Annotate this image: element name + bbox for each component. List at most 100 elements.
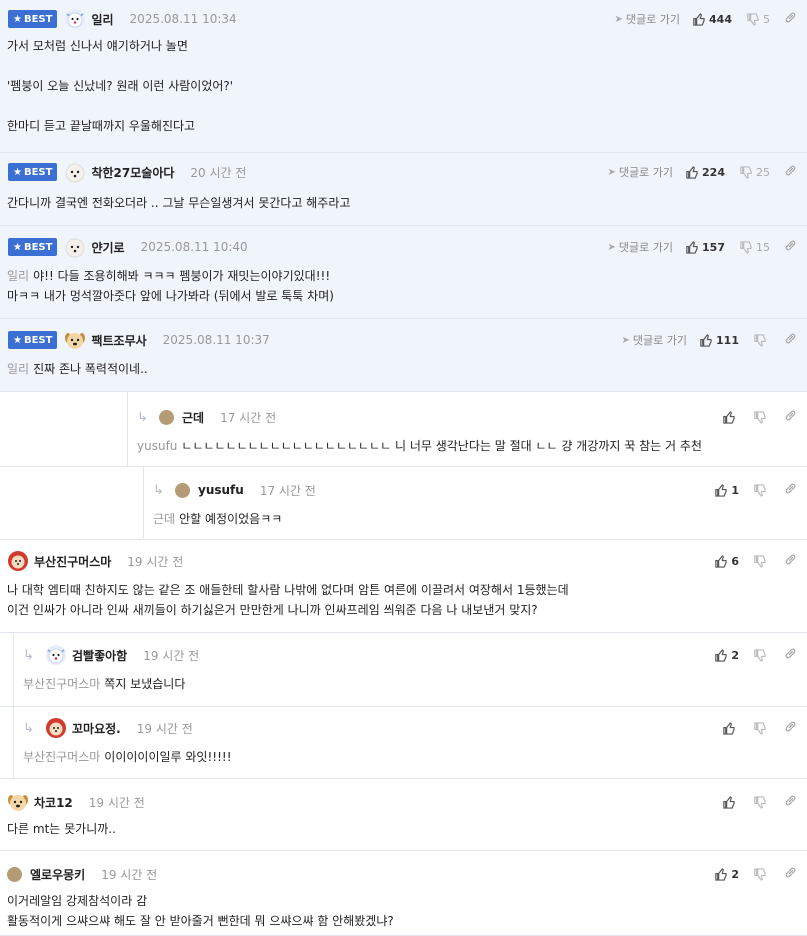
nickname[interactable]: 팩트조무사 <box>91 332 146 349</box>
mention-nickname[interactable]: 일리 <box>7 362 29 376</box>
nickname[interactable]: 검빨좋아함 <box>72 647 127 664</box>
downvote-button[interactable]: 15 <box>739 241 770 254</box>
nickname[interactable]: 차코12 <box>34 794 73 811</box>
comment-body: 부산진구머스마 이이이이이일루 와잇!!!!! <box>23 747 797 767</box>
downvote-count: 25 <box>756 165 770 179</box>
comment-actions <box>722 409 797 425</box>
upvote-button[interactable]: 6 <box>714 555 739 568</box>
nickname[interactable]: 엘로우몽키 <box>30 866 85 883</box>
link-icon[interactable] <box>784 11 797 27</box>
goto-comment-link[interactable]: ➤ 댓글로 가기 <box>622 332 688 348</box>
comment-actions: 6 <box>714 553 797 569</box>
link-icon[interactable] <box>784 866 797 882</box>
upvote-button[interactable]: 444 <box>692 13 732 26</box>
comment-body: 일리 야!! 다들 조용히해봐 ㅋㅋㅋ 펨붕이가 재밋는이야기있대!!! 마ㅋㅋ 내… <box>7 266 797 306</box>
upvote-button[interactable]: 1 <box>714 484 739 497</box>
downvote-button[interactable] <box>753 867 770 881</box>
link-icon[interactable] <box>784 647 797 663</box>
comment-item: ↳ 근데 17 시간 전 yusufu ㄴㄴㄴㄴㄴㄴㄴㄴㄴㄴㄴㄴㄴㄴㄴㄴㄴㄴㄴ 니 너무… <box>0 392 807 467</box>
nickname[interactable]: 일리 <box>91 11 113 28</box>
red-dog-icon <box>7 550 29 572</box>
comment-time: 2025.08.11 10:37 <box>162 333 270 347</box>
thumbs-down-icon <box>754 867 766 881</box>
downvote-button[interactable]: 5 <box>746 13 770 26</box>
mention-nickname[interactable]: 부산진구머스마 <box>23 677 100 691</box>
reply-arrow-icon: ↳ <box>153 482 164 498</box>
downvote-button[interactable] <box>753 648 770 662</box>
comment-header: ★ BEST 팩트조무사 2025.08.11 10:37 <box>8 329 270 351</box>
comment-actions: 2 <box>714 647 797 663</box>
link-icon[interactable] <box>784 794 797 810</box>
dog-icon <box>64 8 86 30</box>
send-icon: ➤ <box>614 13 623 25</box>
comment-text: 가서 모처럼 신나서 얘기하거나 놀면 <box>7 39 188 53</box>
link-icon[interactable] <box>784 409 797 425</box>
nickname[interactable]: 근데 <box>182 409 204 426</box>
downvote-button[interactable] <box>753 333 770 347</box>
nickname[interactable]: 얀기로 <box>91 239 124 256</box>
upvote-button[interactable]: 111 <box>699 334 739 347</box>
mention-nickname[interactable]: 부산진구머스마 <box>23 750 100 764</box>
comment-text: 이이이이이일루 와잇!!!!! <box>104 750 232 764</box>
comment-body: 부산진구머스마 쪽지 보냈습니다 <box>23 674 797 694</box>
best-label: BEST <box>23 241 53 253</box>
downvote-button[interactable] <box>753 410 770 424</box>
downvote-button[interactable] <box>753 554 770 568</box>
thumbs-down-icon <box>747 12 759 26</box>
star-icon: ★ <box>13 241 22 253</box>
nickname[interactable]: 꼬마요정. <box>72 720 121 737</box>
thumbs-down-icon <box>754 483 766 497</box>
nickname[interactable]: 부산진구머스마 <box>34 553 111 570</box>
upvote-button[interactable] <box>722 410 739 424</box>
best-label: BEST <box>23 166 53 178</box>
thumbs-up-icon <box>723 721 735 735</box>
comment-actions: ➤ 댓글로 가기 157 15 <box>608 239 797 255</box>
downvote-button[interactable] <box>753 483 770 497</box>
send-icon: ➤ <box>621 334 630 346</box>
reply-arrow-icon: ↳ <box>137 409 148 425</box>
nickname[interactable]: yusufu <box>198 483 244 497</box>
comment-time: 20 시간 전 <box>190 165 247 180</box>
thumbs-down-icon <box>754 648 766 662</box>
link-icon[interactable] <box>784 482 797 498</box>
upvote-button[interactable]: 2 <box>714 868 739 881</box>
comment-text-line: 일리 야!! 다들 조용히해봐 ㅋㅋㅋ 펨붕이가 재밋는이야기있대!!! <box>7 266 797 286</box>
upvote-button[interactable] <box>722 795 739 809</box>
link-icon[interactable] <box>784 164 797 180</box>
link-icon[interactable] <box>784 720 797 736</box>
link-icon[interactable] <box>784 553 797 569</box>
best-badge: ★ BEST <box>8 163 58 181</box>
red-dog-icon <box>45 717 67 739</box>
downvote-count: 5 <box>763 12 770 26</box>
mention-nickname[interactable]: 근데 <box>153 512 175 526</box>
upvote-button[interactable] <box>722 721 739 735</box>
star-icon: ★ <box>13 334 22 346</box>
comment-body: yusufu ㄴㄴㄴㄴㄴㄴㄴㄴㄴㄴㄴㄴㄴㄴㄴㄴㄴㄴㄴ 니 너무 생각난다는 말 절… <box>137 436 797 456</box>
downvote-button[interactable] <box>753 721 770 735</box>
best-badge: ★ BEST <box>8 238 58 256</box>
goto-comment-link[interactable]: ➤ 댓글로 가기 <box>615 11 681 27</box>
comment-header: ★ BEST 일리 2025.08.11 10:34 <box>8 8 237 30</box>
mention-nickname[interactable]: yusufu <box>137 439 177 453</box>
downvote-button[interactable] <box>753 795 770 809</box>
comment-header: 부산진구머스마 19 시간 전 <box>7 550 183 572</box>
upvote-button[interactable]: 2 <box>714 649 739 662</box>
comment-text: 간다니까 결국엔 전화오더라 .. 그날 무슨일생겨서 못간다고 해주라고 <box>7 196 351 210</box>
goto-label: 댓글로 가기 <box>618 241 674 254</box>
thumbs-up-icon <box>723 795 735 809</box>
upvote-button[interactable]: 224 <box>685 166 725 179</box>
upvote-count: 224 <box>702 165 725 179</box>
upvote-button[interactable]: 157 <box>685 241 725 254</box>
link-icon[interactable] <box>784 332 797 348</box>
mention-nickname[interactable]: 일리 <box>7 269 29 283</box>
best-label: BEST <box>23 13 53 25</box>
thumbs-down-icon <box>754 795 766 809</box>
upvote-count: 444 <box>709 12 732 26</box>
comment-item: ★ BEST 일리 2025.08.11 10:34 ➤ 댓글로 가기 444 5 가서 모처럼… <box>0 0 807 153</box>
nickname[interactable]: 착한27모술아다 <box>91 164 174 181</box>
link-icon[interactable] <box>784 239 797 255</box>
goto-comment-link[interactable]: ➤ 댓글로 가기 <box>608 164 674 180</box>
reply-arrow-icon: ↳ <box>23 720 34 736</box>
downvote-button[interactable]: 25 <box>739 166 770 179</box>
goto-comment-link[interactable]: ➤ 댓글로 가기 <box>608 239 674 255</box>
